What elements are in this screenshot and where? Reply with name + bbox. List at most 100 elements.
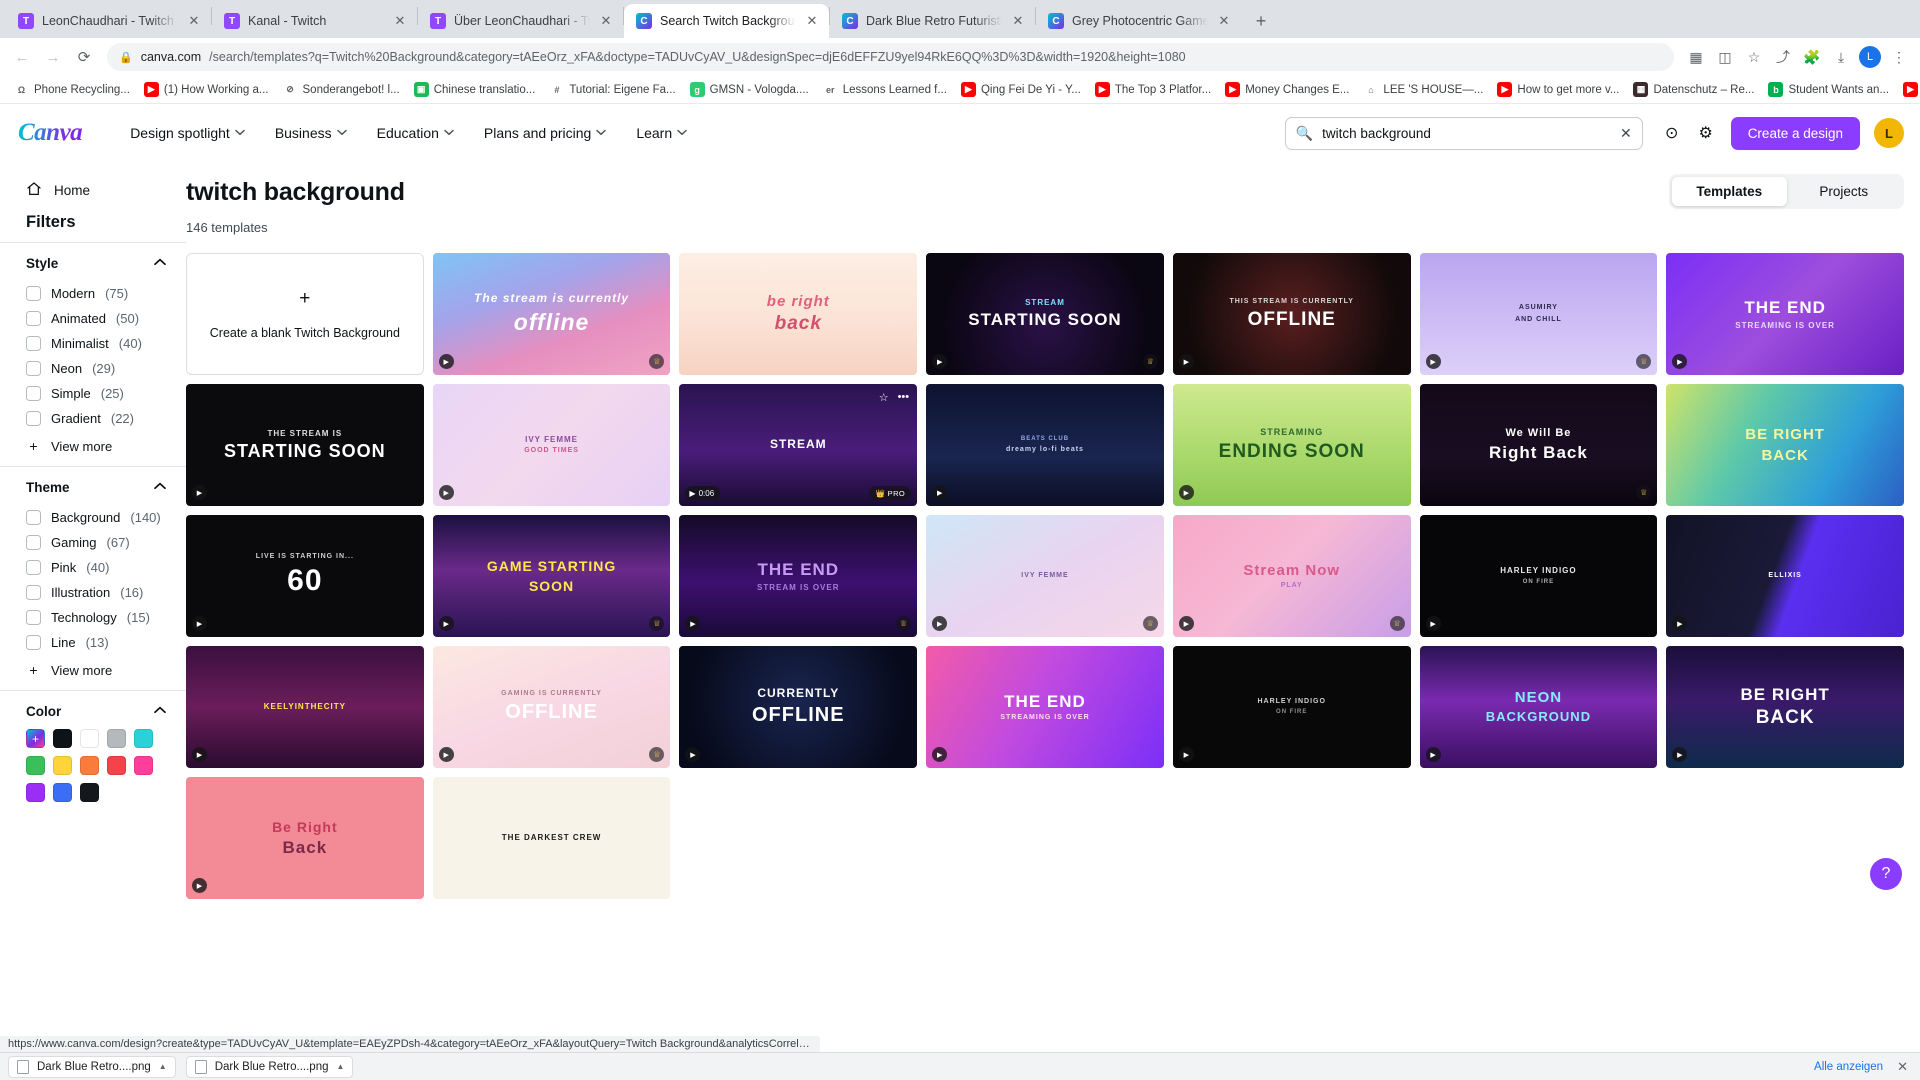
checkbox[interactable] [26,411,41,426]
close-icon[interactable]: ✕ [1216,13,1232,29]
forward-button[interactable]: → [39,43,67,71]
play-button[interactable]: ▶ [685,616,701,631]
tab-projects[interactable]: Projects [1787,177,1902,206]
create-blank-card[interactable]: + Create a blank Twitch Background [186,253,424,375]
play-button[interactable]: ▶ [1178,616,1194,631]
template-card[interactable]: IVY FEMME ▶ ♕ [926,515,1164,637]
play-button[interactable]: ▶ [438,747,454,762]
split-screen-icon[interactable]: ◫ [1712,44,1738,70]
color-swatch-green[interactable] [26,756,45,775]
color-swatch-purple[interactable] [26,783,45,802]
checkbox[interactable] [26,560,41,575]
template-card[interactable]: be right back [679,253,918,375]
checkbox[interactable] [26,535,41,550]
play-button[interactable]: ▶ [1672,747,1688,762]
template-card[interactable]: LIVE IS STARTING IN... 60 ▶ [186,515,424,637]
extensions-icon[interactable]: 🧩 [1799,44,1825,70]
search-box[interactable]: 🔍 ✕ [1284,116,1643,150]
help-circle-icon[interactable]: ⊙ [1657,118,1687,148]
color-swatch-dark[interactable] [80,783,99,802]
play-button[interactable]: ▶ [1672,354,1688,369]
template-card[interactable]: BE RIGHT BACK [1666,384,1904,506]
close-icon[interactable]: ✕ [1010,13,1026,29]
create-a-design-button[interactable]: Create a design [1730,116,1860,150]
play-button[interactable]: ▶ [932,354,948,369]
color-section-header[interactable]: Color [26,704,166,719]
bookmark-item[interactable]: ▶ Money Changes E... [1219,79,1355,100]
play-button[interactable]: ▶ [685,747,701,762]
back-button[interactable]: ← [8,43,36,71]
nav-item-design-spotlight[interactable]: Design spotlight [116,117,259,149]
bookmark-item[interactable]: ▶(2) How To Add A... [1897,79,1920,100]
color-swatch-pink[interactable] [134,756,153,775]
template-card[interactable]: The stream is currently offline ▶ ♕ [432,253,671,375]
template-card[interactable]: CURRENTLY OFFLINE ▶ [679,646,918,768]
play-button[interactable]: ▶ [932,747,948,762]
template-card[interactable]: GAMING IS CURRENTLY OFFLINE ▶ ♕ [432,646,671,768]
template-card[interactable]: NEON BACKGROUND ▶ [1419,646,1658,768]
play-button[interactable]: ▶ [192,747,207,762]
template-card[interactable]: THE DARKEST CREW [432,777,671,899]
grid-apps-icon[interactable]: ▦ [1683,44,1709,70]
color-swatch-blue[interactable] [53,783,72,802]
play-button[interactable]: ▶ [932,616,948,631]
template-card[interactable]: THIS STREAM IS CURRENTLY OFFLINE ▶ [1172,253,1411,375]
profile-icon[interactable]: L [1857,44,1883,70]
download-item[interactable]: Dark Blue Retro....png ▲ [8,1055,176,1078]
close-icon[interactable]: ✕ [804,13,820,29]
browser-tab[interactable]: T Über LeonChaudhari - Twitch ✕ [418,4,623,38]
filter-option-background[interactable]: Background (140) [26,505,166,530]
template-card[interactable]: HARLEY INDIGO ON FIRE ▶ [1419,515,1658,637]
color-swatch-orange[interactable] [80,756,99,775]
address-bar[interactable]: 🔒 canva.com/search/templates?q=Twitch%20B… [107,43,1674,71]
nav-item-education[interactable]: Education [363,117,468,149]
play-button[interactable]: ▶ [1178,485,1194,500]
chevron-up-icon[interactable]: ▲ [336,1062,344,1071]
template-card[interactable]: ELLIXIS ▶ [1666,515,1904,637]
style-section-header[interactable]: Style [26,256,166,271]
checkbox[interactable] [26,311,41,326]
nav-item-learn[interactable]: Learn [622,117,701,149]
template-card[interactable]: BEATS CLUB dreamy lo-fi beats ▶ [926,384,1164,506]
color-swatch-red[interactable] [107,756,126,775]
filter-option-line[interactable]: Line (13) [26,630,166,655]
template-card[interactable]: STREAM STARTING SOON ▶ ♕ [926,253,1164,375]
nav-item-business[interactable]: Business [261,117,361,149]
favorite-star-icon[interactable]: ☆ [879,391,889,404]
browser-tab[interactable]: T Kanal - Twitch ✕ [212,4,417,38]
template-card[interactable]: BE RIGHT BACK ▶ [1666,646,1904,768]
theme-section-header[interactable]: Theme [26,480,166,495]
template-card[interactable]: HARLEY INDIGO ON FIRE ▶ [1172,646,1411,768]
play-button[interactable]: ▶ [1178,747,1194,762]
downloads-icon[interactable]: ⤓ [1828,44,1854,70]
view-more-style-button[interactable]: + View more [26,431,166,456]
play-button[interactable]: ▶ [438,485,454,500]
new-tab-button[interactable]: + [1247,7,1275,35]
play-button[interactable]: ▶ [438,616,454,631]
bookmark-item[interactable]: ▣ Chinese translatio... [408,79,542,100]
checkbox[interactable] [26,635,41,650]
browser-tab[interactable]: C Search Twitch Background - C ✕ [624,4,829,38]
bookmark-item[interactable]: # Tutorial: Eigene Fa... [543,79,681,100]
close-icon[interactable]: ✕ [392,13,408,29]
browser-tab[interactable]: C Dark Blue Retro Futuristic Stre ✕ [830,4,1035,38]
card-hover-controls[interactable]: ☆ ••• [879,391,909,404]
template-card[interactable]: Be Right Back ▶ [186,777,424,899]
search-input[interactable] [1322,125,1611,141]
share-icon[interactable]: ⤴ [1770,44,1796,70]
filter-option-pink[interactable]: Pink (40) [26,555,166,580]
template-card[interactable]: GAME STARTING SOON ▶ ♕ [432,515,671,637]
checkbox[interactable] [26,386,41,401]
gear-icon[interactable]: ⚙ [1691,118,1721,148]
chevron-up-icon[interactable]: ▲ [159,1062,167,1071]
template-card[interactable]: STREAM ▶ 0:06 👑 PRO ☆ ••• [679,384,918,506]
template-card[interactable]: ASUMIRY AND CHILL ▶ ♕ [1419,253,1658,375]
bookmark-item[interactable]: ▶ How to get more v... [1491,79,1625,100]
play-button[interactable]: ▶ [438,354,454,369]
sidebar-item-home[interactable]: Home [0,176,186,205]
template-card[interactable]: Stream Now PLAY ▶ ♕ [1172,515,1411,637]
browser-tab[interactable]: C Grey Photocentric Game Night ✕ [1036,4,1241,38]
checkbox[interactable] [26,585,41,600]
bookmark-item[interactable]: ▶ (1) How Working a... [138,79,275,100]
user-avatar[interactable]: L [1874,118,1904,148]
